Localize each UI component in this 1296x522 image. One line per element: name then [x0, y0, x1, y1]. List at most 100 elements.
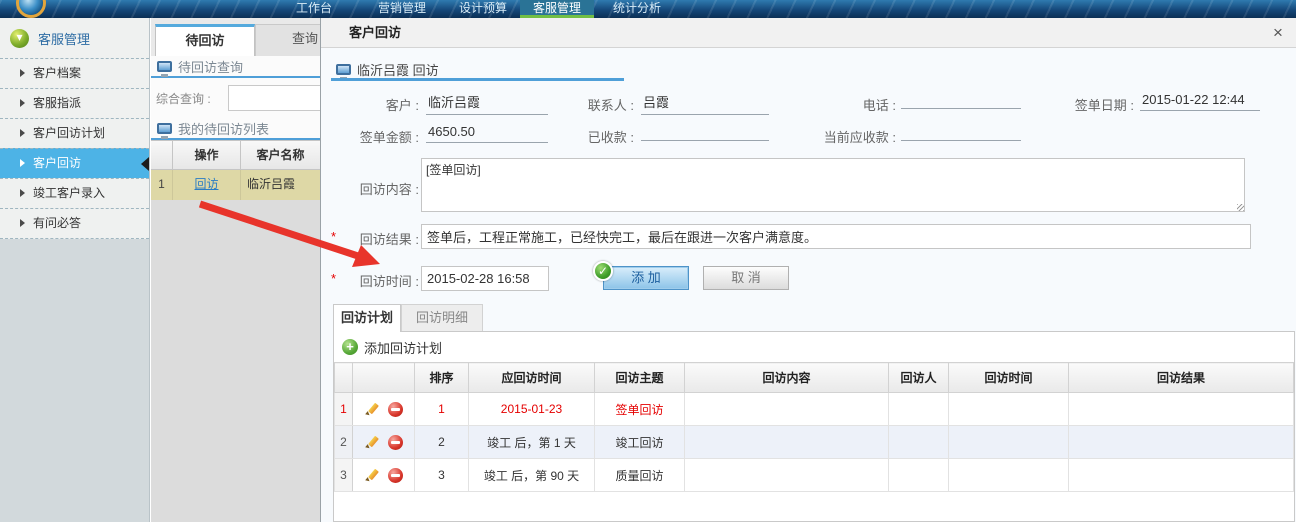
- add-button[interactable]: 添 加: [603, 266, 689, 290]
- content-cell: [685, 393, 889, 426]
- customer-label: 客户 :: [321, 95, 419, 114]
- visit-plan-content: 添加回访计划 排序应回访时间回访主题回访内容回访人回访时间回访结果 112015…: [333, 331, 1295, 522]
- edit-pencil-icon[interactable]: [365, 402, 380, 417]
- delete-icon[interactable]: [388, 468, 403, 483]
- phone-value: [901, 92, 1021, 109]
- plan-col-header: 回访人: [889, 363, 949, 393]
- order-cell: 1: [415, 393, 469, 426]
- pending-list-rows: 1回访临沂吕霞: [151, 170, 321, 200]
- sidebar-header[interactable]: 客服管理: [0, 18, 149, 58]
- person-cell: [889, 426, 949, 459]
- visit-time-input[interactable]: [421, 266, 549, 291]
- contact-label: 联系人 :: [521, 95, 634, 114]
- sidebar-item-label: 客户档案: [33, 66, 81, 80]
- contact-value: 吕霞: [641, 92, 769, 115]
- panel-title: 客户回访: [349, 18, 401, 48]
- amount-label: 签单金额 :: [321, 127, 419, 146]
- visit-time-label: 回访时间 :: [321, 271, 419, 290]
- received-value: [641, 124, 769, 141]
- cancel-button[interactable]: 取 消: [703, 266, 789, 290]
- sidebar-item-label: 竣工客户录入: [33, 186, 105, 200]
- combined-search-label: 综合查询 :: [156, 90, 211, 107]
- monitor-icon: [336, 64, 351, 75]
- due-time-cell: 竣工 后，第 90 天: [469, 459, 595, 492]
- list-section-title: 我的待回访列表: [178, 119, 269, 138]
- combined-search-input[interactable]: [228, 85, 321, 111]
- top-nav-bar: 工作台营销管理设计预算客服管理统计分析: [0, 0, 1296, 18]
- row-actions: [353, 393, 415, 426]
- plan-col-header: 应回访时间: [469, 363, 595, 393]
- edit-pencil-icon[interactable]: [365, 468, 380, 483]
- sidebar-header-label: 客服管理: [38, 29, 90, 48]
- topic-cell: 质量回访: [595, 459, 685, 492]
- row-actions: [353, 426, 415, 459]
- sidebar-item[interactable]: 客服指派: [0, 88, 149, 118]
- person-cell: [889, 459, 949, 492]
- sidebar-item[interactable]: 客户档案: [0, 58, 149, 88]
- due-value: [901, 124, 1021, 141]
- module-sphere-icon: [10, 29, 29, 48]
- search-section-title: 待回访查询: [178, 57, 243, 76]
- sidebar-item[interactable]: 有问必答: [0, 208, 149, 238]
- nav-tab-2[interactable]: 营销管理: [362, 0, 442, 18]
- plan-table-row: 112015-01-23签单回访: [335, 393, 1294, 426]
- tab-pending-visit[interactable]: 待回访: [155, 24, 255, 56]
- nav-tab-1[interactable]: 工作台: [283, 0, 345, 18]
- nav-tab-4[interactable]: 客服管理: [520, 0, 594, 18]
- tab-visit-detail[interactable]: 回访明细: [401, 304, 483, 332]
- col-customer-name: 客户名称: [241, 141, 321, 169]
- plan-col-header-empty: [353, 363, 415, 393]
- nav-tab-3[interactable]: 设计预算: [443, 0, 523, 18]
- add-plan-icon[interactable]: [342, 339, 358, 355]
- operation-cell: 回访: [173, 170, 241, 200]
- panel-header: 客户回访 ×: [321, 18, 1296, 48]
- row-number: 2: [335, 426, 353, 459]
- visit-content-textarea[interactable]: [421, 158, 1245, 212]
- sidebar-item[interactable]: 客户回访: [0, 148, 149, 178]
- edit-pencil-icon[interactable]: [365, 435, 380, 450]
- monitor-icon: [157, 61, 172, 72]
- phone-label: 电话 :: [801, 95, 896, 114]
- due-label: 当前应收款 :: [801, 127, 896, 146]
- customer-visit-panel: 客户回访 × 临沂吕霞 回访 客户 : 临沂吕霞 联系人 : 吕霞 电话 : 签…: [320, 18, 1296, 522]
- nav-tab-5[interactable]: 统计分析: [597, 0, 677, 18]
- plan-table-header: 排序应回访时间回访主题回访内容回访人回访时间回访结果: [335, 363, 1294, 393]
- middle-body: 待回访查询 综合查询 : 我的待回访列表 操作 客户名称 1回访临沂吕霞: [151, 56, 321, 200]
- sidebar-item-label: 客户回访计划: [33, 126, 105, 140]
- visit-subtab: 临沂吕霞 回访: [336, 60, 439, 79]
- sidebar: 客服管理 客户档案客服指派客户回访计划客户回访竣工客户录入有问必答: [0, 18, 150, 522]
- visit-result-input[interactable]: [421, 224, 1251, 249]
- textarea-resize-handle[interactable]: [1237, 204, 1244, 211]
- app-window: 工作台营销管理设计预算客服管理统计分析 客服管理 客户档案客服指派客户回访计划客…: [0, 0, 1296, 522]
- tab-query[interactable]: 查询: [255, 24, 321, 56]
- triangle-bullet-icon: [20, 129, 25, 137]
- triangle-bullet-icon: [20, 69, 25, 77]
- content-cell: [685, 459, 889, 492]
- visit-link[interactable]: 回访: [194, 177, 218, 191]
- delete-icon[interactable]: [388, 402, 403, 417]
- subtab-underline: [331, 78, 624, 81]
- plan-col-header: 回访结果: [1069, 363, 1294, 393]
- close-icon[interactable]: ×: [1268, 23, 1288, 43]
- sidebar-item[interactable]: 竣工客户录入: [0, 178, 149, 208]
- sign-date-label: 签单日期 :: [1021, 95, 1134, 114]
- plan-table-row: 33竣工 后，第 90 天质量回访: [335, 459, 1294, 492]
- col-rownum: [151, 141, 173, 169]
- delete-icon[interactable]: [388, 435, 403, 450]
- plan-col-header: 排序: [415, 363, 469, 393]
- sidebar-item-label: 客户回访: [33, 156, 81, 170]
- left-arrow-icon: [141, 157, 149, 171]
- tab-visit-plan[interactable]: 回访计划: [333, 304, 401, 332]
- order-cell: 2: [415, 426, 469, 459]
- add-plan-label[interactable]: 添加回访计划: [364, 338, 442, 357]
- due-time-cell: 2015-01-23: [469, 393, 595, 426]
- result-cell: [1069, 393, 1294, 426]
- row-number: 3: [335, 459, 353, 492]
- received-label: 已收款 :: [521, 127, 634, 146]
- triangle-bullet-icon: [20, 99, 25, 107]
- time-cell: [949, 459, 1069, 492]
- sidebar-menu: 客服管理 客户档案客服指派客户回访计划客户回访竣工客户录入有问必答: [0, 18, 149, 239]
- plan-table-body: 112015-01-23签单回访22竣工 后，第 1 天竣工回访33竣工 后，第…: [335, 393, 1294, 492]
- sidebar-item[interactable]: 客户回访计划: [0, 118, 149, 148]
- pending-list-header: 操作 客户名称: [151, 140, 321, 170]
